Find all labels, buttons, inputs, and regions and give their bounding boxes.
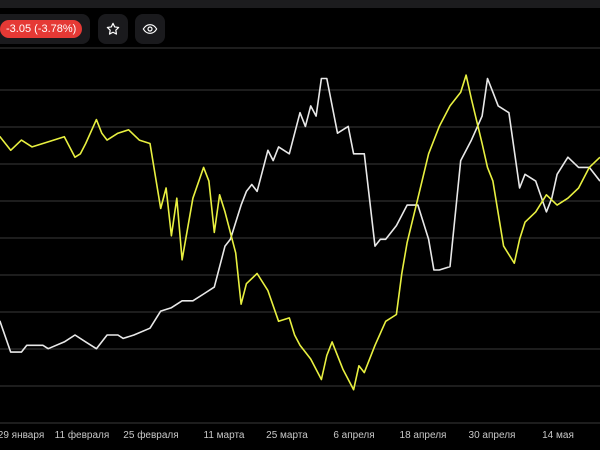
star-icon: [106, 22, 120, 35]
x-tick-label: 18 апреля: [400, 430, 447, 441]
eye-icon: [142, 24, 158, 34]
series-lines: [0, 74, 600, 391]
x-tick-label: 30 апреля: [469, 430, 516, 441]
x-tick-label: 11 марта: [204, 430, 245, 441]
x-tick-label: 25 марта: [266, 430, 308, 441]
x-tick-label: 11 февраля: [55, 429, 110, 441]
price-chart[interactable]: 29 января 11 февраля 25 февраля 11 марта 25 …: [0, 0, 600, 450]
x-axis: 29 января 11 февраля 25 февраля 11 марта 25 …: [0, 429, 574, 441]
x-tick-label: 25 февраля: [123, 429, 178, 441]
x-tick-label: 14 мая: [542, 430, 574, 441]
price-change-pill: -3.05 (-3.78%): [0, 14, 90, 44]
watch-button[interactable]: [135, 14, 165, 44]
favorite-button[interactable]: [98, 14, 128, 44]
x-tick-label: 6 апреля: [333, 430, 374, 441]
series-line-0: [0, 77, 600, 353]
grid-lines: [0, 47, 600, 424]
x-tick-label: 29 января: [0, 430, 44, 441]
price-change-badge: -3.05 (-3.78%): [0, 20, 83, 38]
